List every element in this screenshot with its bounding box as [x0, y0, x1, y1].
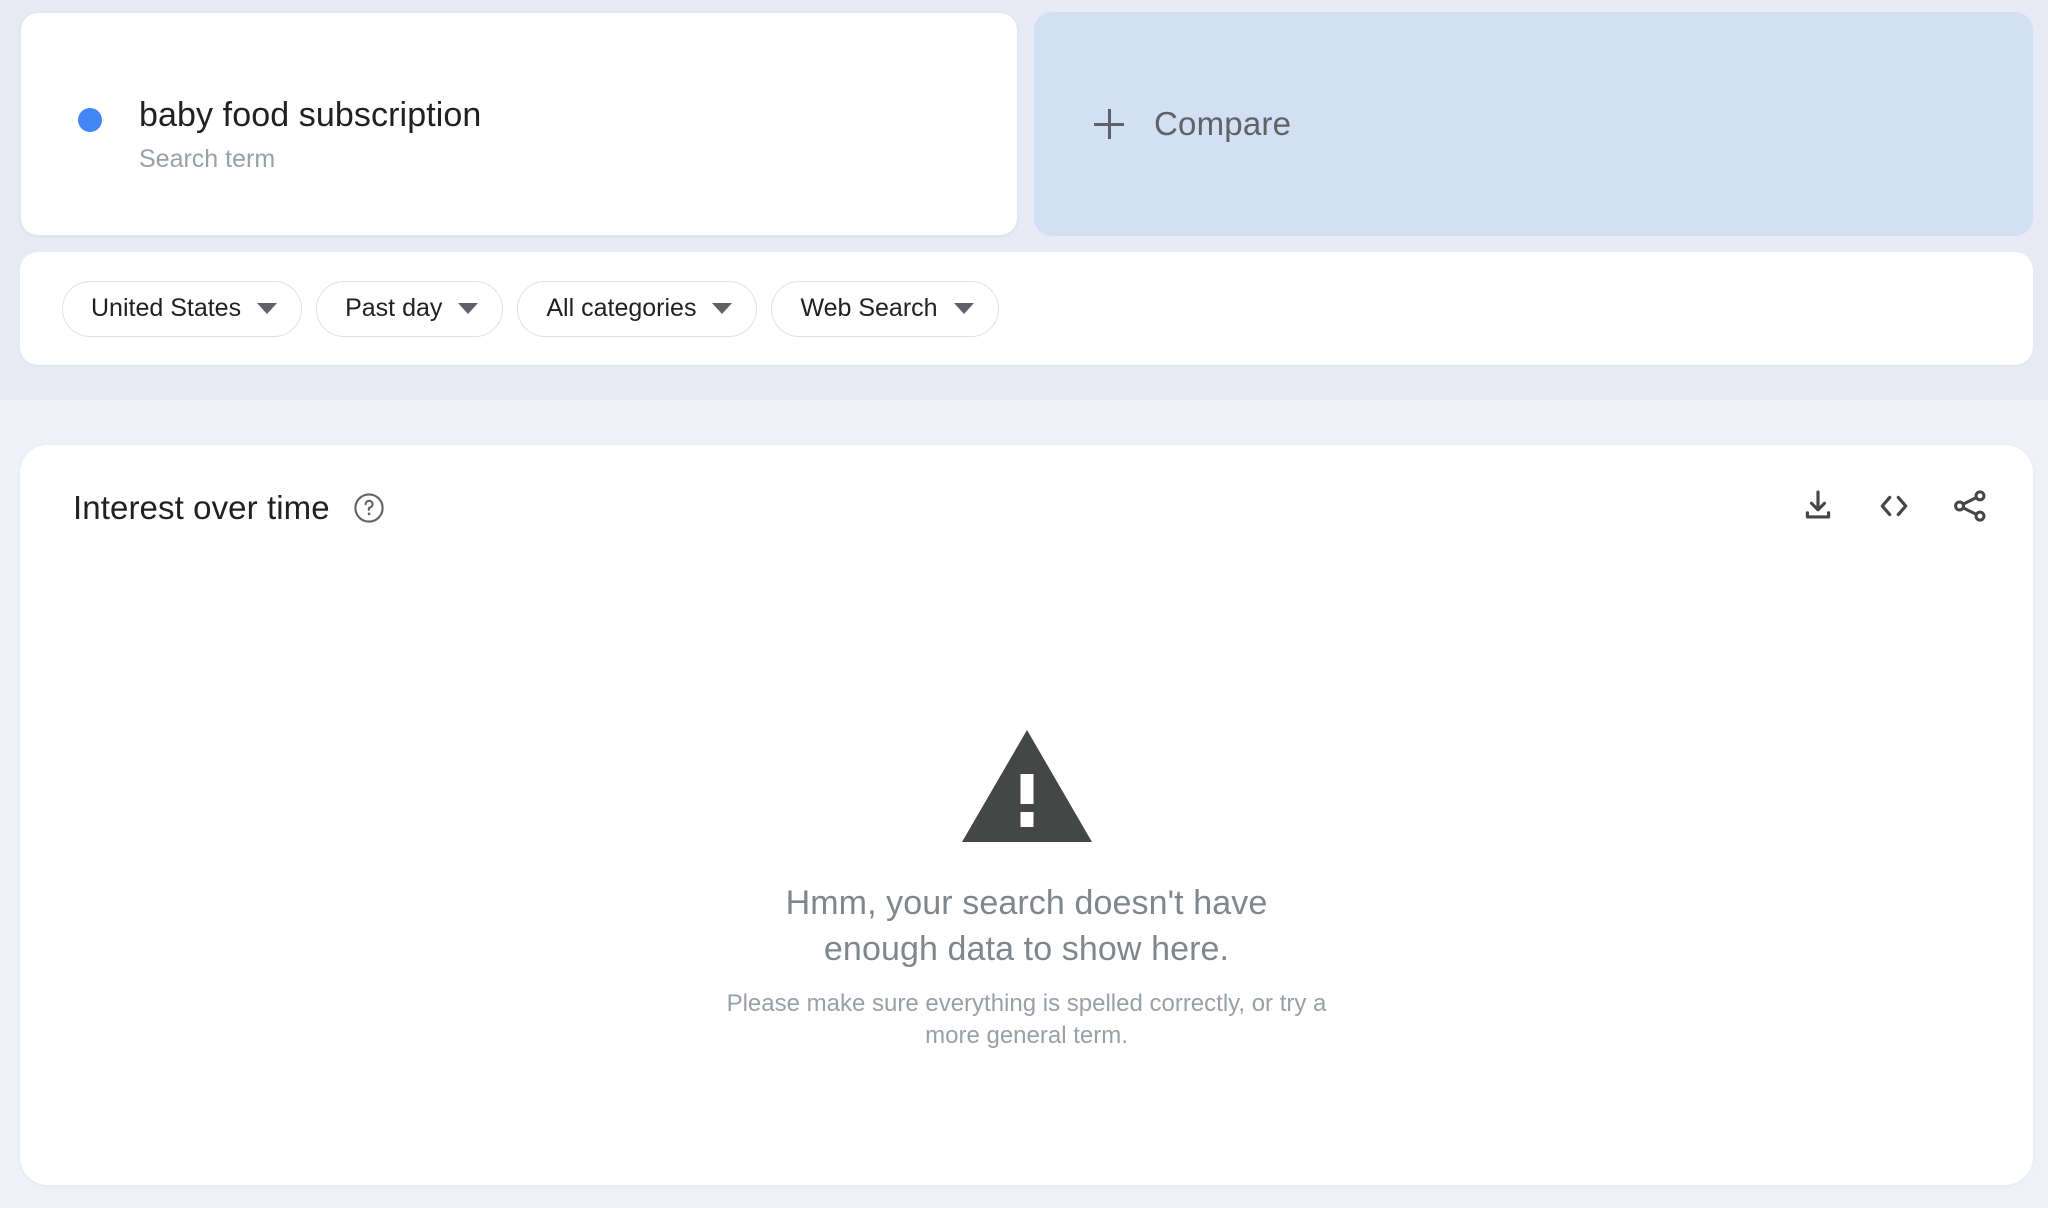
page-title: Interest over time: [73, 489, 330, 526]
chevron-down-icon: [953, 303, 974, 314]
filter-bar: United States Past day All categories We…: [20, 252, 2033, 365]
search-term-title: baby food subscription: [139, 96, 482, 134]
warning-triangle-icon: [961, 730, 1092, 842]
download-icon[interactable]: [1799, 487, 1837, 525]
chevron-down-icon: [458, 303, 479, 314]
help-circle-icon[interactable]: [352, 491, 386, 525]
search-term-card[interactable]: baby food subscription Search term: [20, 12, 1018, 236]
filter-chip-list: United States Past day All categories We…: [62, 252, 999, 365]
chevron-down-icon: [257, 303, 278, 314]
search-term-subtitle: Search term: [139, 145, 276, 173]
chevron-down-icon: [712, 303, 733, 314]
search-terms-row: baby food subscription Search term Compa…: [20, 12, 2033, 236]
code-brackets-icon[interactable]: [1875, 487, 1913, 525]
compare-label: Compare: [1154, 105, 1292, 142]
search-type-filter[interactable]: Web Search: [771, 280, 999, 337]
share-icon[interactable]: [1951, 487, 1989, 525]
location-filter-label: United States: [91, 294, 242, 322]
empty-state-title: Hmm, your search doesn't have enough dat…: [785, 884, 1268, 968]
category-filter[interactable]: All categories: [517, 280, 758, 337]
search-type-filter-label: Web Search: [800, 294, 938, 322]
category-filter-label: All categories: [546, 294, 697, 322]
compare-button[interactable]: Compare: [1094, 12, 1291, 236]
empty-state: Hmm, your search doesn't have enough dat…: [20, 728, 2033, 1052]
compare-panel[interactable]: Compare: [1034, 12, 2033, 236]
empty-state-subtitle: Please make sure everything is spelled c…: [726, 990, 1327, 1049]
interest-over-time-header: Interest over time: [73, 489, 386, 527]
card-action-buttons: [1799, 487, 1989, 525]
time-range-filter-label: Past day: [345, 294, 443, 322]
series-color-dot: [78, 108, 102, 132]
location-filter[interactable]: United States: [62, 280, 303, 337]
interest-over-time-card: Interest over time Hmm, your search does…: [20, 445, 2033, 1185]
plus-icon: [1094, 109, 1124, 139]
time-range-filter[interactable]: Past day: [316, 280, 504, 337]
trends-page: baby food subscription Search term Compa…: [0, 0, 2048, 1208]
